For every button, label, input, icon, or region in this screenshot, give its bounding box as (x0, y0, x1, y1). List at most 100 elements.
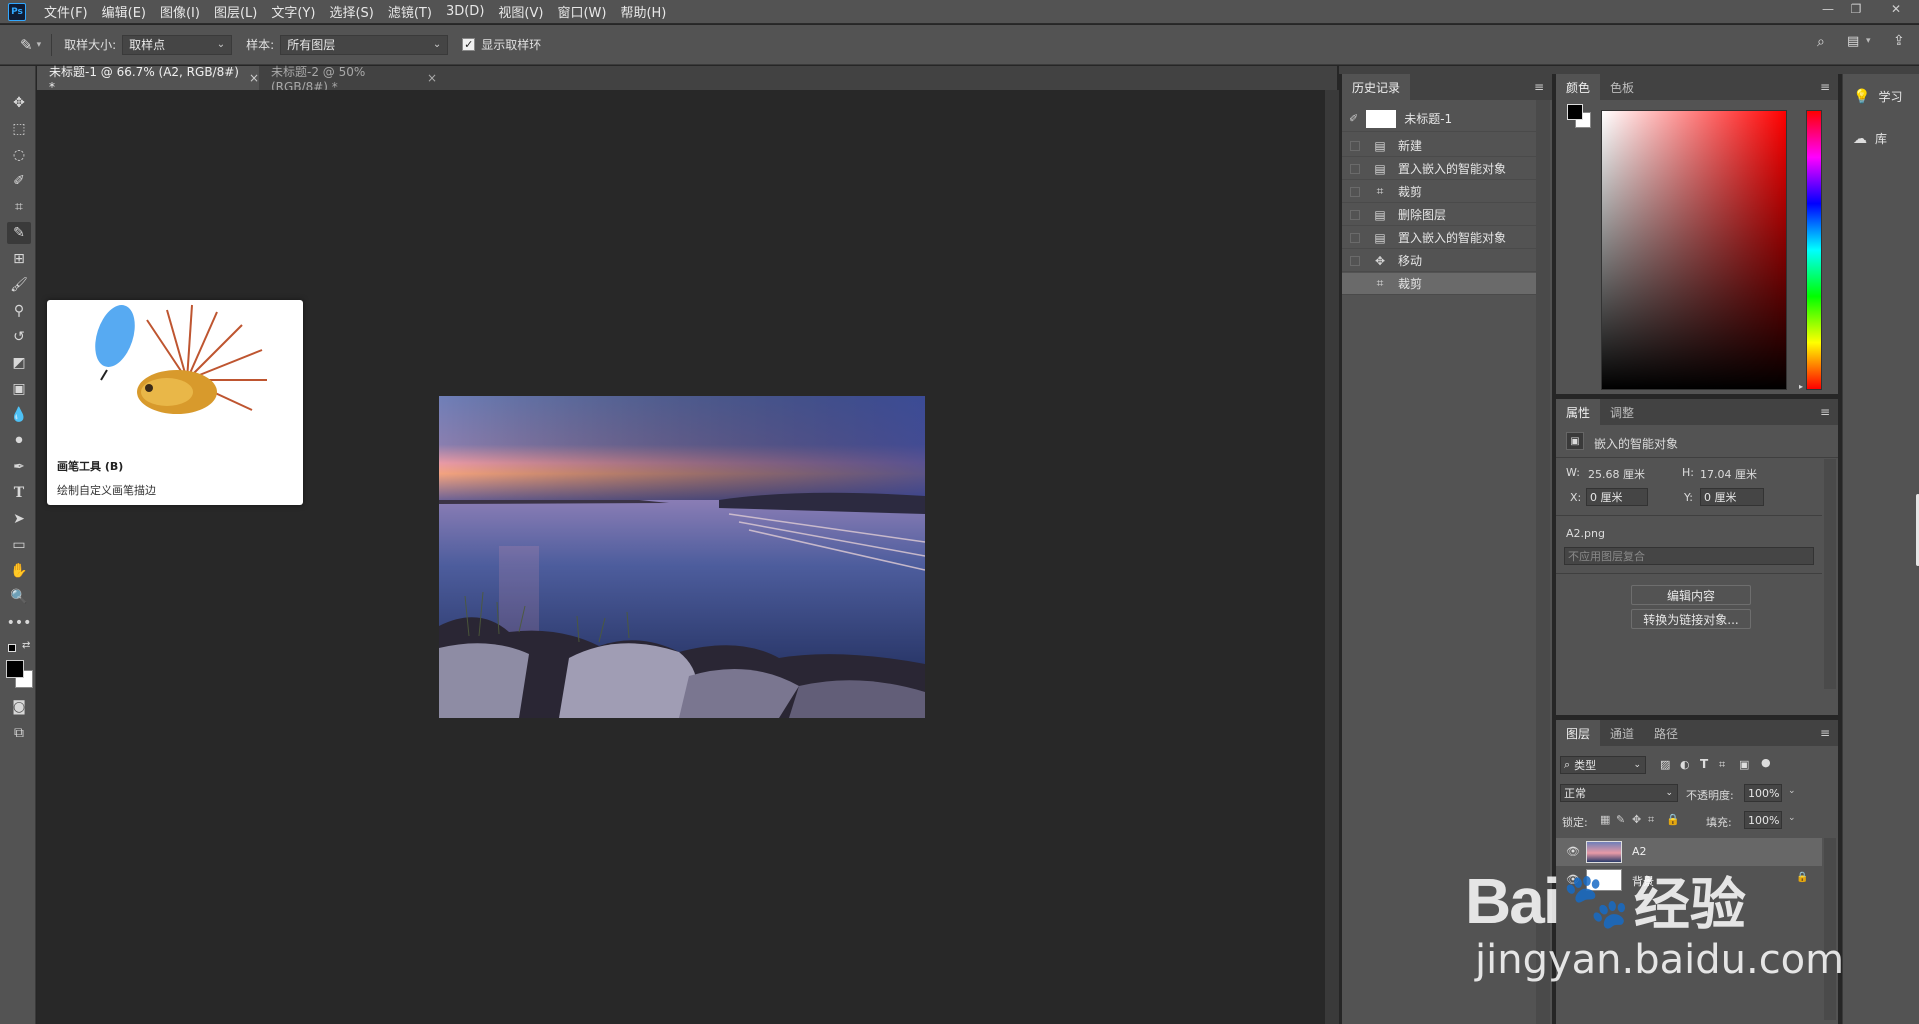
visibility-eye-icon[interactable]: 👁 (1566, 845, 1580, 858)
path-select-tool-icon[interactable]: ➤ (7, 508, 31, 530)
history-item[interactable]: ▤ 置入嵌入的智能对象 (1342, 158, 1536, 180)
crop-tool-icon[interactable]: ⌗ (7, 196, 31, 218)
menu-type[interactable]: 文字(Y) (271, 2, 315, 21)
filter-pixel-icon[interactable]: ▨ (1660, 758, 1670, 771)
menu-filter[interactable]: 滤镜(T) (388, 2, 432, 21)
quick-mask-icon[interactable]: ◙ (7, 696, 31, 718)
menu-window[interactable]: 窗口(W) (557, 2, 606, 21)
dodge-tool-icon[interactable]: ⚫ (7, 430, 31, 452)
history-item[interactable]: ✥ 移动 (1342, 250, 1536, 272)
blend-mode-select[interactable]: 正常 ⌄ (1560, 784, 1678, 802)
lock-position-icon[interactable]: ✥ (1632, 813, 1641, 826)
menu-layer[interactable]: 图层(L) (214, 2, 257, 21)
show-ring-checkbox[interactable]: ✓ (462, 38, 476, 51)
tab-document-2[interactable]: 未标题-2 @ 50%(RGB/8#) * × (259, 65, 437, 94)
lock-transparency-icon[interactable]: ▦ (1600, 813, 1610, 826)
y-input[interactable]: 0 厘米 (1700, 488, 1764, 506)
eraser-tool-icon[interactable]: ◩ (7, 352, 31, 374)
canvas-scrollbar[interactable] (1325, 90, 1339, 1024)
layer-filter-select[interactable]: ⌕ 类型 ⌄ (1560, 756, 1646, 774)
sample-select[interactable]: 所有图层 ⌄ (280, 34, 449, 55)
tab-layers[interactable]: 图层 (1556, 720, 1601, 746)
close-tab-icon[interactable]: × (249, 71, 259, 85)
lasso-tool-icon[interactable]: ◌ (7, 144, 31, 166)
more-tools-icon[interactable]: ••• (7, 612, 32, 634)
fill-input[interactable]: 100% (1744, 811, 1782, 829)
default-colors-icon[interactable] (8, 644, 16, 652)
menu-3d[interactable]: 3D(D) (446, 4, 484, 19)
properties-scrollbar[interactable] (1824, 459, 1836, 689)
close-tab-icon[interactable]: × (427, 71, 437, 85)
tool-preset-chevron-icon[interactable]: ▾ (37, 40, 42, 50)
rectangle-tool-icon[interactable]: ▭ (7, 534, 31, 556)
layer-comp-select[interactable]: 不应用图层复合 (1564, 547, 1814, 565)
history-brush-tool-icon[interactable]: ↺ (7, 326, 31, 348)
pen-tool-icon[interactable]: ✒ (7, 456, 31, 478)
hand-tool-icon[interactable]: ✋ (7, 560, 31, 582)
learn-button[interactable]: 💡 学习 (1853, 88, 1902, 105)
x-input[interactable]: 0 厘米 (1586, 488, 1648, 506)
marquee-tool-icon[interactable]: ⬚ (7, 118, 31, 140)
lock-pixels-icon[interactable]: ✎ (1616, 813, 1625, 826)
move-tool-icon[interactable]: ✥ (7, 92, 31, 114)
history-item[interactable]: ▤ 置入嵌入的智能对象 (1342, 227, 1536, 249)
minimize-icon[interactable]: — (1817, 2, 1839, 22)
close-icon[interactable]: ✕ (1885, 2, 1907, 22)
hue-slider-handle[interactable]: ▸ (1799, 382, 1803, 391)
menu-help[interactable]: 帮助(H) (620, 2, 666, 21)
opacity-input[interactable]: 100% (1744, 784, 1782, 802)
history-item[interactable]: ⌗ 裁剪 (1342, 181, 1536, 203)
gradient-tool-icon[interactable]: ▣ (7, 378, 31, 400)
history-item-selected[interactable]: ⌗ 裁剪 (1342, 273, 1536, 295)
zoom-tool-icon[interactable]: 🔍 (7, 586, 31, 608)
workspace-icon[interactable]: ▤ (1847, 34, 1859, 49)
edit-contents-button[interactable]: 编辑内容 (1631, 585, 1751, 605)
swap-colors-icon[interactable]: ⇄ (22, 640, 30, 651)
hue-slider[interactable] (1806, 110, 1822, 390)
tab-adjustments[interactable]: 调整 (1600, 399, 1644, 425)
chevron-down-icon[interactable]: ⌄ (1788, 786, 1796, 796)
brush-tool-icon[interactable]: 🖌 (7, 274, 31, 296)
tab-channels[interactable]: 通道 (1600, 720, 1644, 746)
panel-menu-icon[interactable]: ≡ (1820, 80, 1830, 94)
filter-type-icon[interactable]: T (1700, 757, 1708, 771)
document-image[interactable] (439, 396, 925, 718)
color-field[interactable] (1601, 110, 1787, 390)
history-source-box[interactable] (1350, 186, 1360, 197)
foreground-color-swatch[interactable] (1567, 104, 1583, 120)
tab-history[interactable]: 历史记录 (1342, 74, 1411, 100)
history-item[interactable]: ▤ 新建 (1342, 135, 1536, 157)
history-source-box[interactable] (1350, 209, 1360, 220)
menu-image[interactable]: 图像(I) (160, 2, 200, 21)
library-button[interactable]: ☁ 库 (1853, 130, 1887, 147)
chevron-down-icon[interactable]: ▾ (1866, 36, 1871, 46)
screen-mode-icon[interactable]: ⧉ (7, 722, 31, 744)
share-icon[interactable]: ⇪ (1893, 33, 1905, 49)
history-item[interactable]: ▤ 删除图层 (1342, 204, 1536, 226)
history-source-box[interactable] (1350, 278, 1360, 289)
chevron-down-icon[interactable]: ⌄ (1788, 813, 1796, 823)
menu-select[interactable]: 选择(S) (329, 2, 373, 21)
quick-select-tool-icon[interactable]: ✐ (7, 170, 31, 192)
clone-stamp-tool-icon[interactable]: ⚲ (7, 300, 31, 322)
eyedropper-tool-icon[interactable]: ✎ (20, 36, 33, 54)
panel-menu-icon[interactable]: ≡ (1820, 726, 1830, 740)
search-icon[interactable]: ⌕ (1817, 34, 1825, 50)
foreground-color-swatch[interactable] (6, 660, 24, 678)
history-source-box[interactable] (1350, 255, 1360, 266)
tab-paths[interactable]: 路径 (1644, 720, 1688, 746)
lock-artboard-icon[interactable]: ⌗ (1648, 813, 1654, 827)
restore-icon[interactable]: ❐ (1845, 2, 1867, 22)
filter-smart-object-icon[interactable]: ▣ (1739, 758, 1749, 771)
menu-file[interactable]: 文件(F) (44, 2, 88, 21)
tab-swatches[interactable]: 色板 (1600, 74, 1644, 100)
height-value[interactable]: 17.04 厘米 (1700, 466, 1757, 482)
brush-source-icon[interactable]: ✐ (1349, 112, 1358, 125)
history-snapshot[interactable]: ✐ 未标题-1 (1342, 106, 1536, 132)
history-source-box[interactable] (1350, 232, 1360, 243)
filter-toggle-icon[interactable]: ● (1761, 756, 1771, 769)
history-source-box[interactable] (1350, 140, 1360, 151)
menu-view[interactable]: 视图(V) (498, 2, 543, 21)
history-source-box[interactable] (1350, 163, 1360, 174)
filter-adjustment-icon[interactable]: ◐ (1680, 758, 1690, 771)
